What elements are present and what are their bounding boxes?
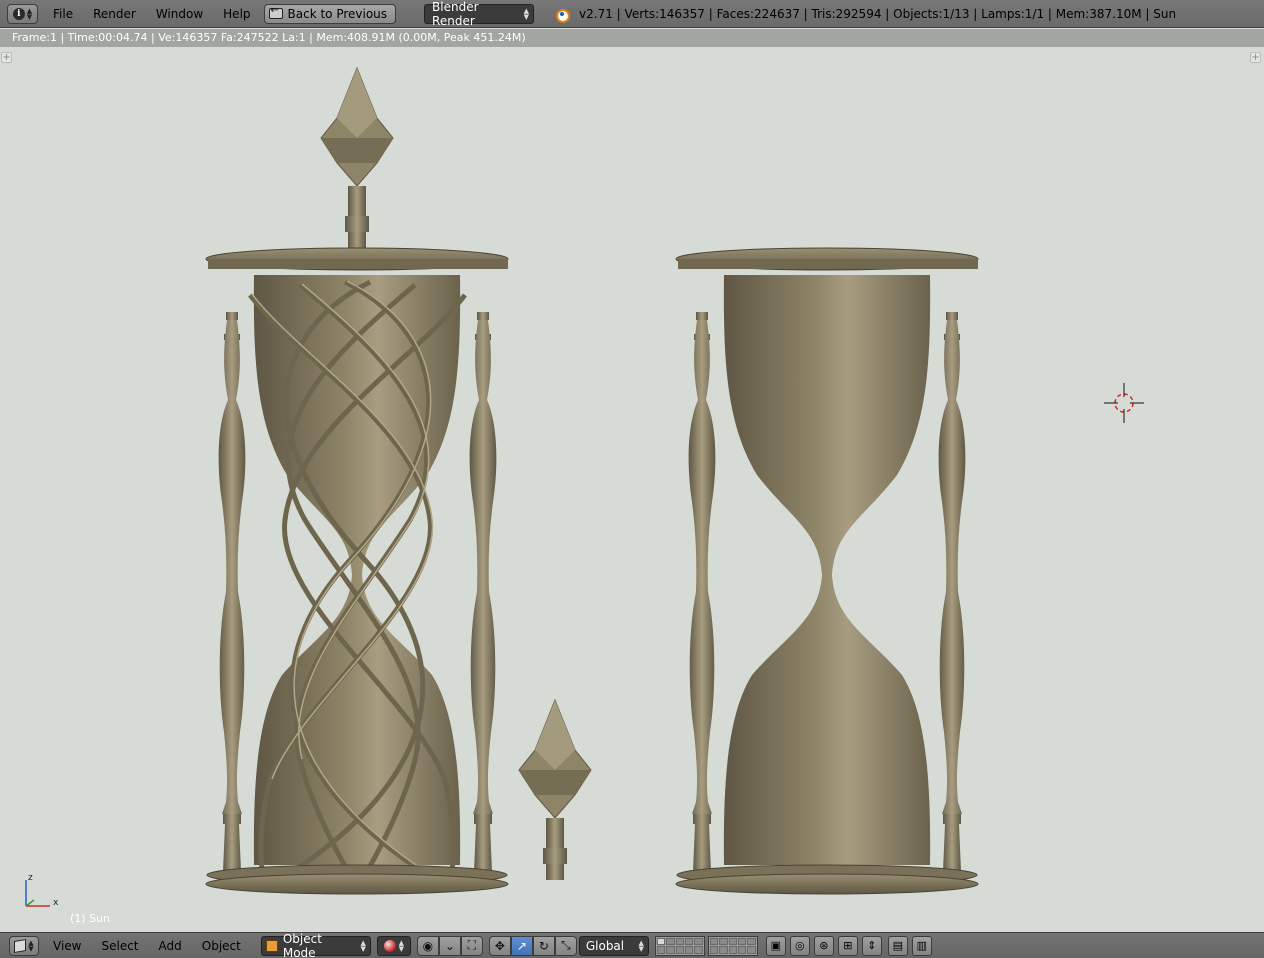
axis-x-label: x — [53, 898, 59, 908]
3d-viewport[interactable]: Frame:1 | Time:00:04.74 | Ve:146357 Fa:2… — [0, 29, 1264, 932]
menu-file[interactable]: File — [43, 0, 83, 28]
object-mode-icon — [265, 939, 278, 952]
updown-arrows-icon: ▲ ▼ — [398, 938, 405, 953]
back-to-previous-label: Back to Previous — [287, 6, 388, 21]
back-screen-icon — [268, 5, 283, 19]
render-engine-select[interactable]: Blender Render ▲ ▼ — [424, 0, 535, 28]
updown-arrows-icon: ▲ ▼ — [523, 6, 530, 21]
menu-help[interactable]: Help — [213, 0, 260, 28]
pivot-point-icon[interactable]: ◉ — [416, 935, 439, 956]
info-icon: i — [12, 7, 25, 20]
updown-arrows-icon: ▲ ▼ — [638, 938, 644, 953]
scene-layers-group-1[interactable] — [654, 935, 705, 956]
updown-arrows-icon: ▲ ▼ — [360, 938, 366, 953]
viewport-shading-select[interactable]: ▲ ▼ — [376, 935, 411, 956]
back-to-previous-button[interactable]: Back to Previous — [263, 3, 397, 24]
snap-element-icon[interactable]: ⊞ — [837, 935, 858, 956]
info-header: i ▲▼ File Render Window Help Back to Pre… — [0, 0, 1264, 28]
blender-logo-icon — [553, 7, 571, 23]
editor-type-button[interactable]: i ▲ ▼ — [7, 3, 38, 24]
left-hourglass-model — [205, 67, 509, 895]
scale-manipulator-icon[interactable]: ⤡ — [554, 935, 577, 956]
solid-shading-icon — [383, 939, 396, 952]
interaction-mode-value: Object Mode — [282, 931, 322, 958]
menu-select[interactable]: Select — [91, 932, 148, 958]
pivot-dropdown-icon[interactable]: ⌄ — [438, 935, 461, 956]
axis-z-label: z — [28, 873, 33, 883]
updown-arrows-icon: ▲ ▼ — [28, 938, 34, 953]
snap-toggle-icon[interactable]: ⊛ — [813, 935, 834, 956]
scene-layers-group-2[interactable] — [707, 935, 758, 956]
render-animation-icon[interactable]: ▥ — [911, 935, 932, 956]
snap-dropdown-icon[interactable]: ⇕ — [861, 935, 882, 956]
updown-arrows-icon: ▲ ▼ — [26, 6, 33, 21]
transform-manipulator-icon[interactable]: ✥ — [488, 935, 511, 956]
menu-add[interactable]: Add — [149, 932, 192, 958]
manipulator-toggle-icon[interactable]: ⛶ — [460, 935, 483, 956]
proportional-edit-icon[interactable]: ◎ — [789, 935, 810, 956]
render-still-icon[interactable]: ▤ — [887, 935, 908, 956]
transform-orientation-select[interactable]: Global ▲ ▼ — [578, 935, 649, 956]
menu-window[interactable]: Window — [146, 0, 213, 28]
render-engine-value: Blender Render — [432, 0, 479, 28]
cube-icon — [14, 938, 27, 953]
menu-object[interactable]: Object — [192, 932, 251, 958]
menu-render[interactable]: Render — [83, 0, 146, 28]
lock-layers-icon[interactable]: ▣ — [765, 935, 786, 956]
3d-cursor-icon[interactable] — [1104, 383, 1144, 423]
axis-gizmo-icon: z x — [25, 873, 59, 908]
translate-manipulator-icon[interactable]: ↗ — [510, 935, 533, 956]
3d-view-header: ▲ ▼ View Select Add Object Object Mode ▲ ▼… — [0, 932, 1264, 958]
scene-statistics: v2.71 | Verts:146357 | Faces:224637 | Tr… — [579, 6, 1177, 21]
right-hourglass-model — [675, 247, 979, 895]
interaction-mode-select[interactable]: Object Mode ▲ ▼ — [260, 932, 371, 958]
active-object-label: (1) Sun — [70, 912, 111, 925]
transform-orientation-value: Global — [585, 938, 625, 953]
menu-view[interactable]: View — [43, 932, 91, 958]
3d-view-editor-type-button[interactable]: ▲ ▼ — [9, 935, 39, 956]
rotate-manipulator-icon[interactable]: ↻ — [532, 935, 555, 956]
rendered-scene — [205, 67, 1144, 895]
loose-finial-model — [518, 699, 592, 881]
